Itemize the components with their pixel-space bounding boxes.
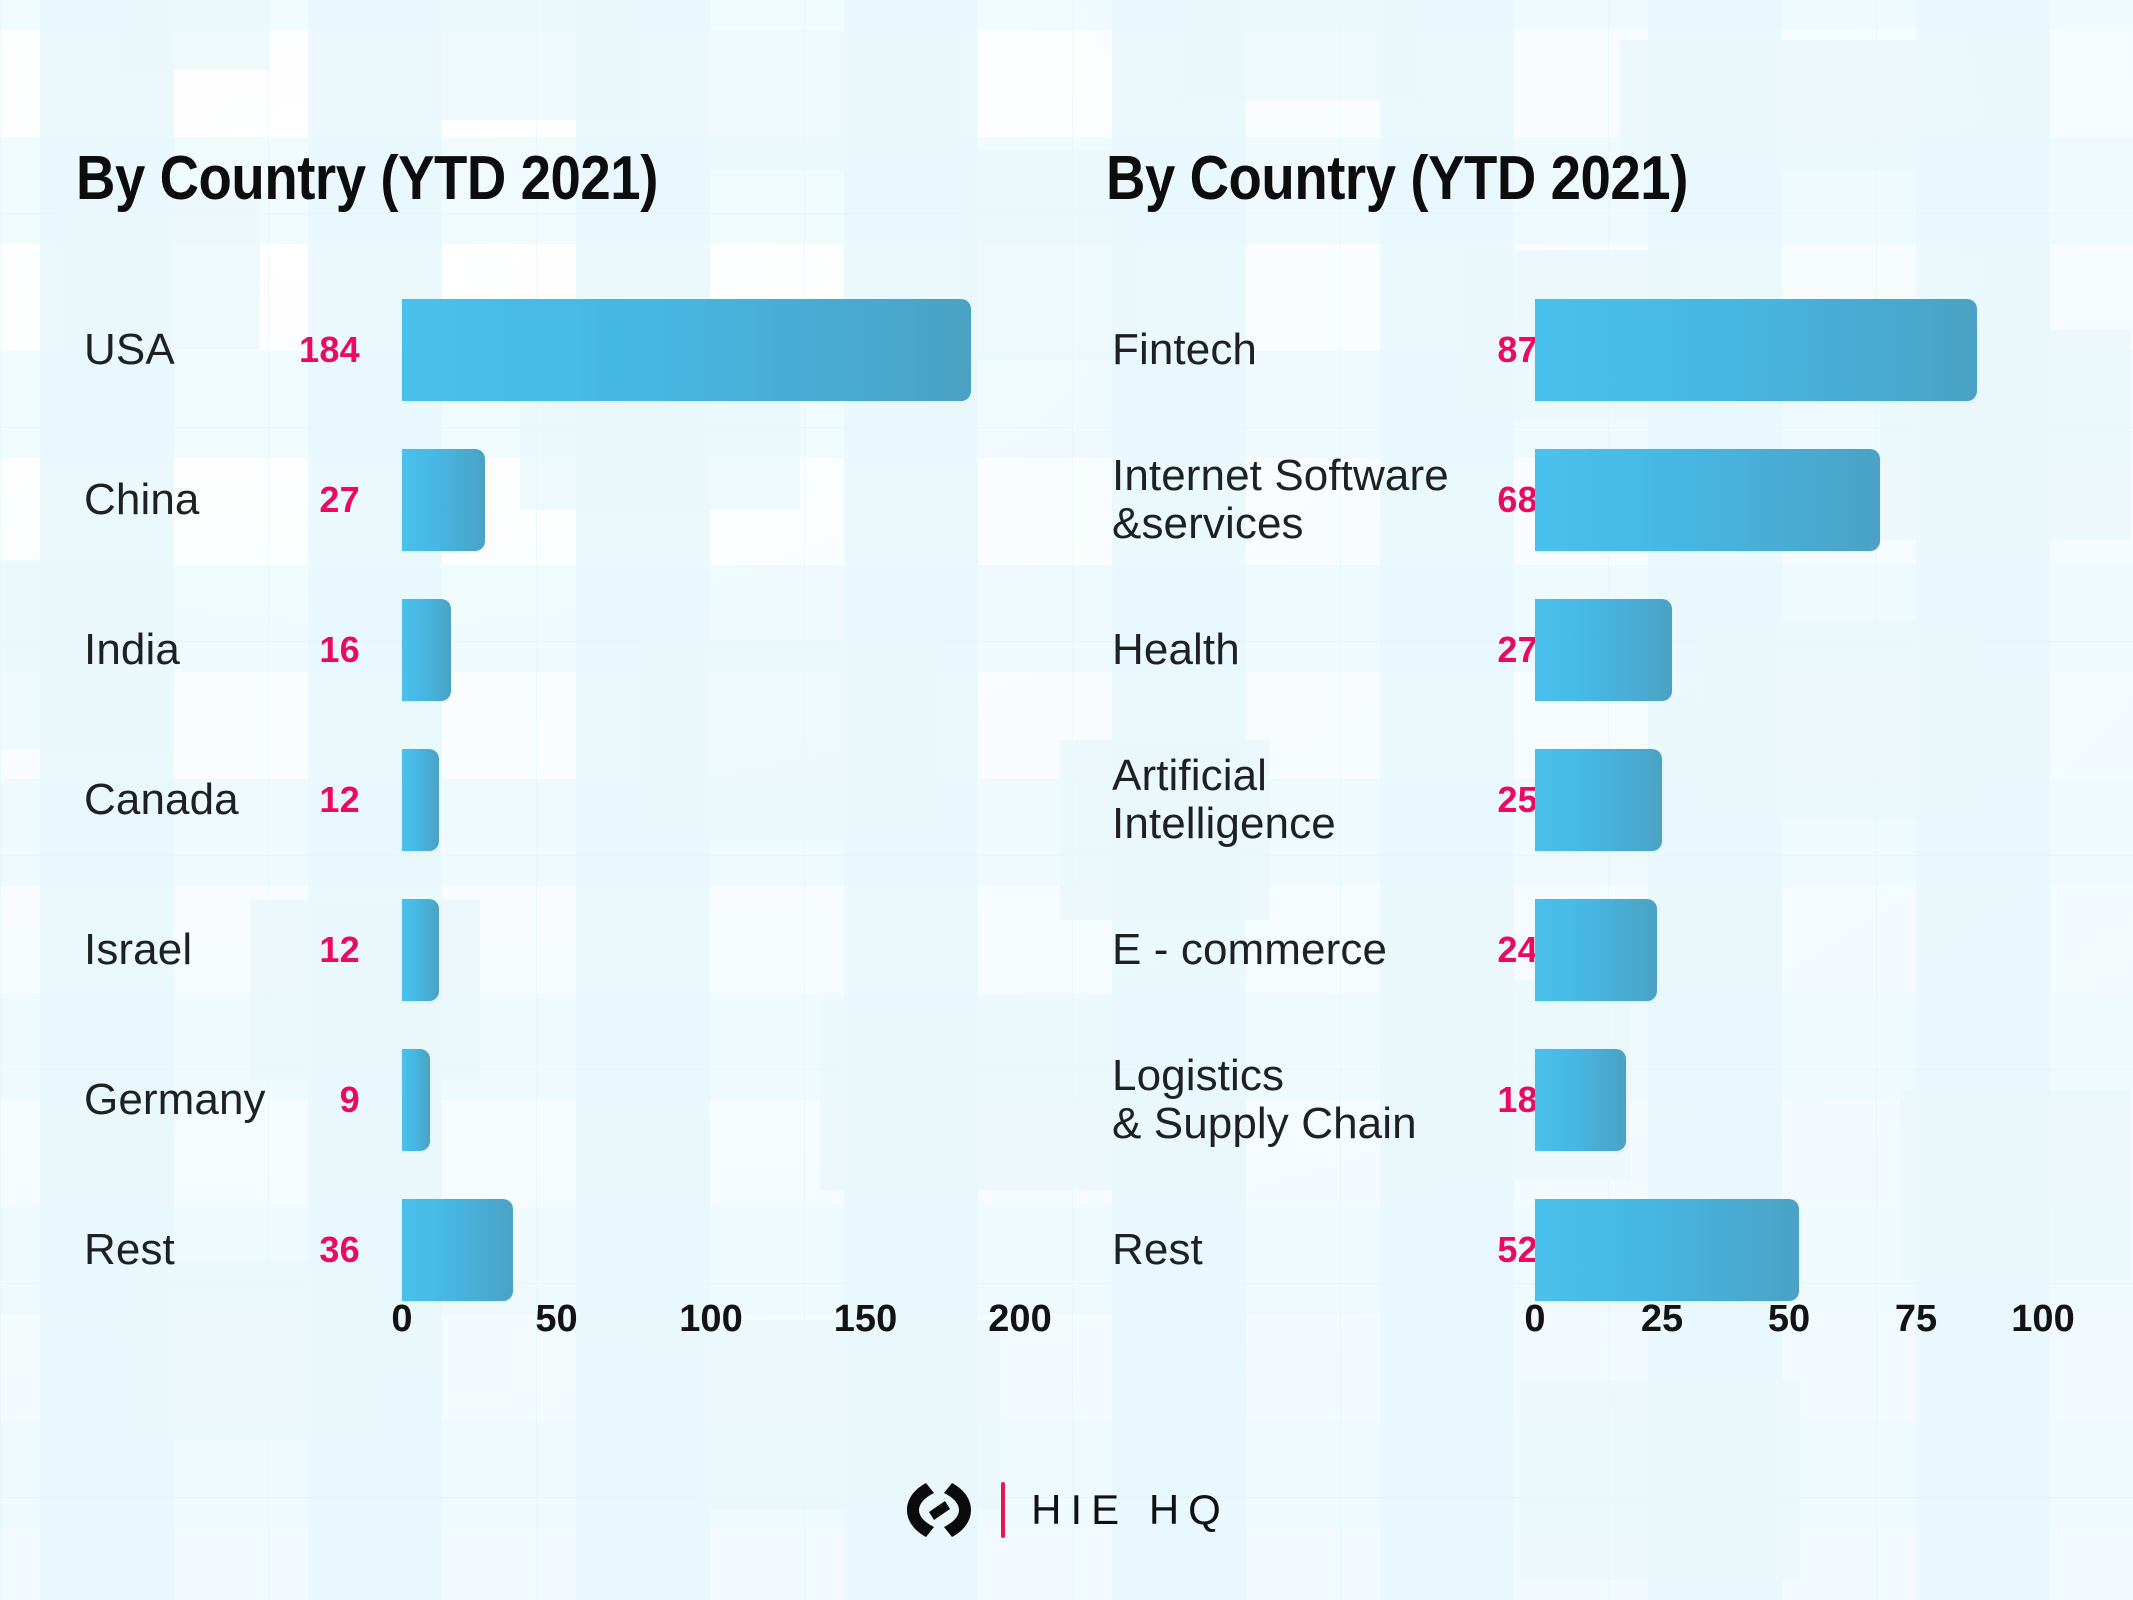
bar-row[interactable]: USA 184 [0, 275, 1040, 425]
footer-branding: HIE HQ [0, 1478, 2133, 1542]
bar-chart-by-country: USA 184 China 27 India 16 Canada 12 Isra… [0, 275, 1040, 1335]
value-label: 184 [299, 329, 360, 370]
bar-track [1535, 425, 2043, 575]
bar-track [402, 425, 1020, 575]
bar-row[interactable]: Fintech 87 [1040, 275, 2133, 425]
bar-row[interactable]: Israel 12 [0, 875, 1040, 1025]
axis-tick: 50 [1767, 1298, 1811, 1340]
bar-artificial-intelligence [1535, 749, 1662, 851]
value-label: 52 [1497, 1229, 1538, 1270]
page-title-left: By Country (YTD 2021) [76, 144, 658, 214]
axis-tick: 0 [391, 1298, 413, 1340]
bar-row[interactable]: Logistics & Supply Chain 18 [1040, 1025, 2133, 1175]
axis-tick: 100 [679, 1298, 743, 1340]
bar-internet-software [1535, 449, 1881, 551]
bar-fintech [1535, 299, 1977, 401]
bar-track [402, 1025, 1020, 1175]
bar-row[interactable]: India 16 [0, 575, 1040, 725]
value-label: 12 [319, 929, 360, 970]
bar-track [1535, 725, 2043, 875]
x-axis-left: 0 50 100 150 200 [391, 1298, 1051, 1358]
value-label: 27 [1497, 629, 1538, 670]
value-label: 68 [1497, 479, 1538, 520]
bar-germany [402, 1049, 430, 1151]
page-title-right: By Country (YTD 2021) [1106, 144, 1688, 214]
infographic-canvas: By Country (YTD 2021) USA 184 China 27 I… [0, 0, 2133, 1600]
value-label: 9 [339, 1079, 360, 1120]
axis-tick: 0 [1524, 1298, 1546, 1340]
bar-track [402, 575, 1020, 725]
bar-israel [402, 899, 440, 1001]
bar-row[interactable]: China 27 [0, 425, 1040, 575]
bar-canada [402, 749, 440, 851]
bar-row[interactable]: Canada 12 [0, 725, 1040, 875]
bar-row[interactable]: E - commerce 24 [1040, 875, 2133, 1025]
bar-rest [1535, 1199, 1800, 1301]
bar-track [1535, 1025, 2043, 1175]
value-label: 12 [319, 779, 360, 820]
bar-track [1535, 275, 2043, 425]
axis-tick: 100 [2011, 1298, 2075, 1340]
bar-rows-left: USA 184 China 27 India 16 Canada 12 Isra… [0, 275, 1040, 1325]
value-label: 16 [319, 629, 360, 670]
bar-logistics [1535, 1049, 1627, 1151]
chart-panel-by-sector: By Country (YTD 2021) Fintech 87 Interne… [1040, 0, 2133, 1440]
logo-divider [1001, 1482, 1006, 1538]
bar-chart-by-sector: Fintech 87 Internet Software &services 6… [1040, 275, 2133, 1335]
bar-health [1535, 599, 1673, 701]
bar-rows-right: Fintech 87 Internet Software &services 6… [1040, 275, 2133, 1325]
arc-bracket-diamond-logo-icon [907, 1483, 972, 1537]
axis-tick: 75 [1894, 1298, 1938, 1340]
bar-rest [402, 1199, 514, 1301]
axis-tick: 150 [833, 1298, 898, 1340]
bar-track [402, 275, 1020, 425]
bar-track [402, 875, 1020, 1025]
axis-tick: 50 [535, 1298, 578, 1340]
value-label: 27 [319, 479, 360, 520]
bar-track [402, 725, 1020, 875]
value-label: 18 [1497, 1079, 1538, 1120]
bar-track [1535, 875, 2043, 1025]
logo-wordmark: HIE HQ [1031, 1486, 1230, 1533]
value-label: 24 [1497, 929, 1538, 970]
value-label: 36 [319, 1229, 360, 1270]
bar-india [402, 599, 452, 701]
bar-row[interactable]: Germany 9 [0, 1025, 1040, 1175]
bar-row[interactable]: Internet Software &services 68 [1040, 425, 2133, 575]
bar-track [1535, 575, 2043, 725]
chart-panel-by-country: By Country (YTD 2021) USA 184 China 27 I… [0, 0, 1052, 1440]
bar-ecommerce [1535, 899, 1657, 1001]
bar-china [402, 449, 486, 551]
value-label: 87 [1497, 329, 1538, 370]
bar-row[interactable]: Artificial Intelligence 25 [1040, 725, 2133, 875]
bar-usa [402, 299, 971, 401]
bar-row[interactable]: Health 27 [1040, 575, 2133, 725]
axis-tick: 25 [1640, 1298, 1684, 1340]
x-axis-right: 0 25 50 75 100 [1524, 1298, 2074, 1358]
value-label: 25 [1497, 779, 1538, 820]
